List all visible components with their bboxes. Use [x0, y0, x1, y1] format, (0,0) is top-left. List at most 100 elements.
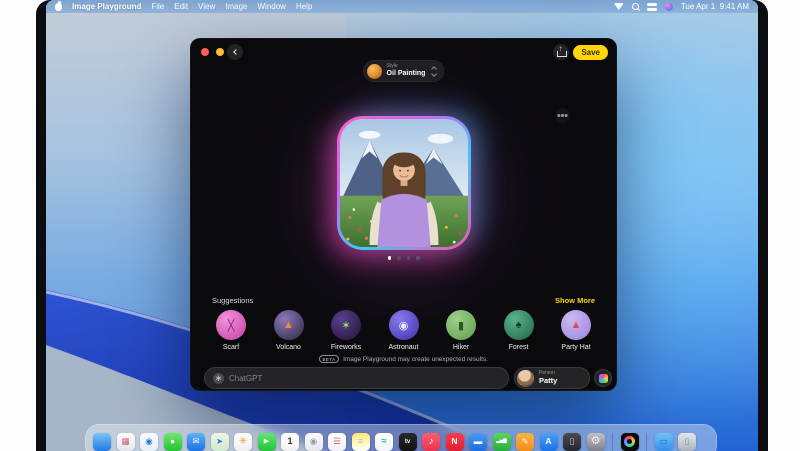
- carousel-dot[interactable]: [416, 256, 420, 260]
- marketing-canvas: Image Playground File Edit View Image Window…: [0, 0, 800, 451]
- show-more-button[interactable]: Show More: [555, 296, 595, 305]
- suggestion-scarf[interactable]: ╳ Scarf: [208, 310, 254, 351]
- minimize-button[interactable]: [216, 48, 224, 56]
- dock-icon-reminders[interactable]: ☰: [328, 432, 346, 451]
- dock-icon[interactable]: [646, 432, 647, 451]
- wifi-icon[interactable]: [613, 3, 624, 10]
- dock-icon-freeform[interactable]: ≈: [375, 432, 393, 451]
- dock-icon-keynote[interactable]: ▬: [469, 432, 487, 451]
- style-chip-value: Oil Painting: [386, 69, 426, 77]
- dock-icon-messages[interactable]: ●: [163, 432, 182, 451]
- menubar-status-icons: [613, 2, 673, 11]
- suggestion-thumbnail-icon: ♠: [503, 310, 534, 340]
- chevron-left-icon: [233, 49, 239, 55]
- dock-icon-finder[interactable]: [93, 432, 111, 451]
- suggestion-label: Hiker: [452, 344, 470, 351]
- dock-icon-mail[interactable]: ✉: [187, 432, 205, 451]
- suggestion-label: Astronaut: [388, 344, 419, 351]
- apple-menu-icon[interactable]: [55, 2, 62, 11]
- image-playground-window: Save Style Oil Painting: [190, 38, 617, 391]
- carousel-dots: [387, 256, 420, 260]
- menubar-menu-item[interactable]: File: [151, 2, 164, 11]
- style-picker-chip[interactable]: Style Oil Painting: [362, 60, 445, 82]
- dock-icon-pages[interactable]: ✎: [516, 432, 534, 451]
- suggestion-volcano[interactable]: ▲ Volcano: [266, 310, 312, 351]
- dock-icon-system-settings[interactable]: ⚙: [586, 432, 605, 451]
- save-button[interactable]: Save: [573, 45, 608, 60]
- suggestion-thumbnail-icon: ◉: [388, 310, 419, 340]
- dock-icon-notes[interactable]: ≡: [351, 432, 370, 451]
- photos-icon: [598, 373, 608, 383]
- dock-icon-photos[interactable]: ✳: [234, 432, 252, 451]
- share-button[interactable]: [553, 44, 569, 60]
- siri-icon[interactable]: [664, 2, 673, 11]
- dock-icon-numbers[interactable]: ▃▅▇: [492, 432, 511, 451]
- disclaimer-text: Image Playground may create unexpected r…: [343, 355, 488, 363]
- dock-icon-maps[interactable]: ➤: [210, 432, 229, 451]
- macbook-bezel: Image Playground File Edit View Image Window…: [36, 0, 768, 451]
- dock-icon-calendar[interactable]: 1: [281, 432, 299, 451]
- ellipsis-icon: [561, 114, 564, 117]
- prompt-placeholder: ChatGPT: [229, 373, 263, 383]
- carousel-dot[interactable]: [387, 256, 391, 260]
- suggestion-thumbnail-icon: ▲: [561, 310, 591, 340]
- menubar-menu-item[interactable]: View: [198, 2, 215, 11]
- beta-disclaimer-row: BETA Image Playground may create unexpec…: [190, 355, 617, 363]
- dock-icon[interactable]: [612, 432, 613, 451]
- suggestion-forest[interactable]: ♠ Forest: [496, 310, 542, 351]
- dock-icon-iphone-mirroring[interactable]: ▯: [563, 432, 581, 451]
- chevron-up-down-icon: [431, 65, 438, 77]
- beta-badge: BETA: [319, 355, 340, 363]
- dock-icon-downloads-folder[interactable]: ▭: [654, 432, 673, 451]
- dock-icon-launchpad[interactable]: ▦: [116, 432, 135, 451]
- dock-icon-contacts[interactable]: ◉: [304, 432, 323, 451]
- style-thumbnail-icon: [366, 63, 382, 79]
- suggestion-thumbnail-icon: ▮: [446, 310, 476, 340]
- suggestions-title: Suggestions: [212, 296, 254, 305]
- suggestion-label: Scarf: [222, 344, 240, 351]
- menubar-menu-item[interactable]: Window: [257, 2, 285, 11]
- photo-picker-button[interactable]: [594, 369, 612, 387]
- suggestions-row: ╳ Scarf ▲ Volcano ✶ Fireworks ◉ Astronau…: [208, 310, 599, 351]
- person-chip[interactable]: Person Patty: [514, 367, 590, 389]
- carousel-dot[interactable]: [397, 256, 401, 260]
- back-button[interactable]: [227, 44, 243, 60]
- suggestion-label: Volcano: [276, 344, 301, 351]
- menubar-app-name[interactable]: Image Playground: [72, 2, 141, 11]
- dock-icon-safari[interactable]: ◉: [140, 432, 158, 451]
- close-button[interactable]: [201, 48, 209, 56]
- dock-icon-apple-tv[interactable]: tv: [398, 432, 417, 451]
- suggestion-thumbnail-icon: ✶: [331, 310, 361, 340]
- suggestion-fireworks[interactable]: ✶ Fireworks: [323, 310, 369, 351]
- dock-icon-news[interactable]: N: [445, 432, 464, 451]
- dock: ▦ ◉ ● ✉ ➤ ✳ ▶ 1 ◉ ☰ ≡ ≈ tv ♪ N ▬ ▃▅▇ ✎ A…: [85, 424, 717, 451]
- more-options-button[interactable]: [555, 108, 570, 123]
- menu-bar: Image Playground File Edit View Image Window…: [46, 0, 758, 13]
- suggestion-hiker[interactable]: ▮ Hiker: [438, 310, 484, 351]
- dock-icon-facetime[interactable]: ▶: [257, 432, 276, 451]
- suggestion-party-hat[interactable]: ▲ Party Hat: [553, 310, 599, 351]
- suggestion-thumbnail-icon: ▲: [273, 310, 304, 340]
- dock-icon-music[interactable]: ♪: [422, 432, 440, 451]
- menubar-menus: File Edit View Image Window Help: [151, 2, 312, 11]
- suggestion-label: Forest: [508, 344, 529, 351]
- suggestion-astronaut[interactable]: ◉ Astronaut: [381, 310, 427, 351]
- menubar-menu-item[interactable]: Edit: [174, 2, 188, 11]
- suggestion-thumbnail-icon: ╳: [216, 310, 246, 340]
- control-center-icon[interactable]: [646, 2, 657, 11]
- menubar-menu-item[interactable]: Image: [225, 2, 247, 11]
- suggestion-label: Party Hat: [561, 344, 591, 351]
- generated-image: [339, 119, 468, 247]
- generated-image-card[interactable]: [336, 116, 471, 250]
- chatgpt-icon: ∗: [213, 372, 224, 384]
- prompt-input[interactable]: ∗ ChatGPT: [204, 367, 509, 389]
- menubar-clock[interactable]: Tue Apr 1 9:41 AM: [681, 2, 749, 11]
- menubar-menu-item[interactable]: Help: [296, 2, 312, 11]
- dock-icon-image-playground[interactable]: [620, 432, 639, 451]
- carousel-dot[interactable]: [406, 256, 410, 260]
- search-icon[interactable]: [631, 3, 639, 10]
- share-icon: [557, 45, 567, 57]
- suggestion-label: Fireworks: [330, 344, 362, 351]
- dock-icon-trash[interactable]: ▯: [678, 432, 696, 451]
- dock-icon-app-store[interactable]: A: [539, 432, 558, 451]
